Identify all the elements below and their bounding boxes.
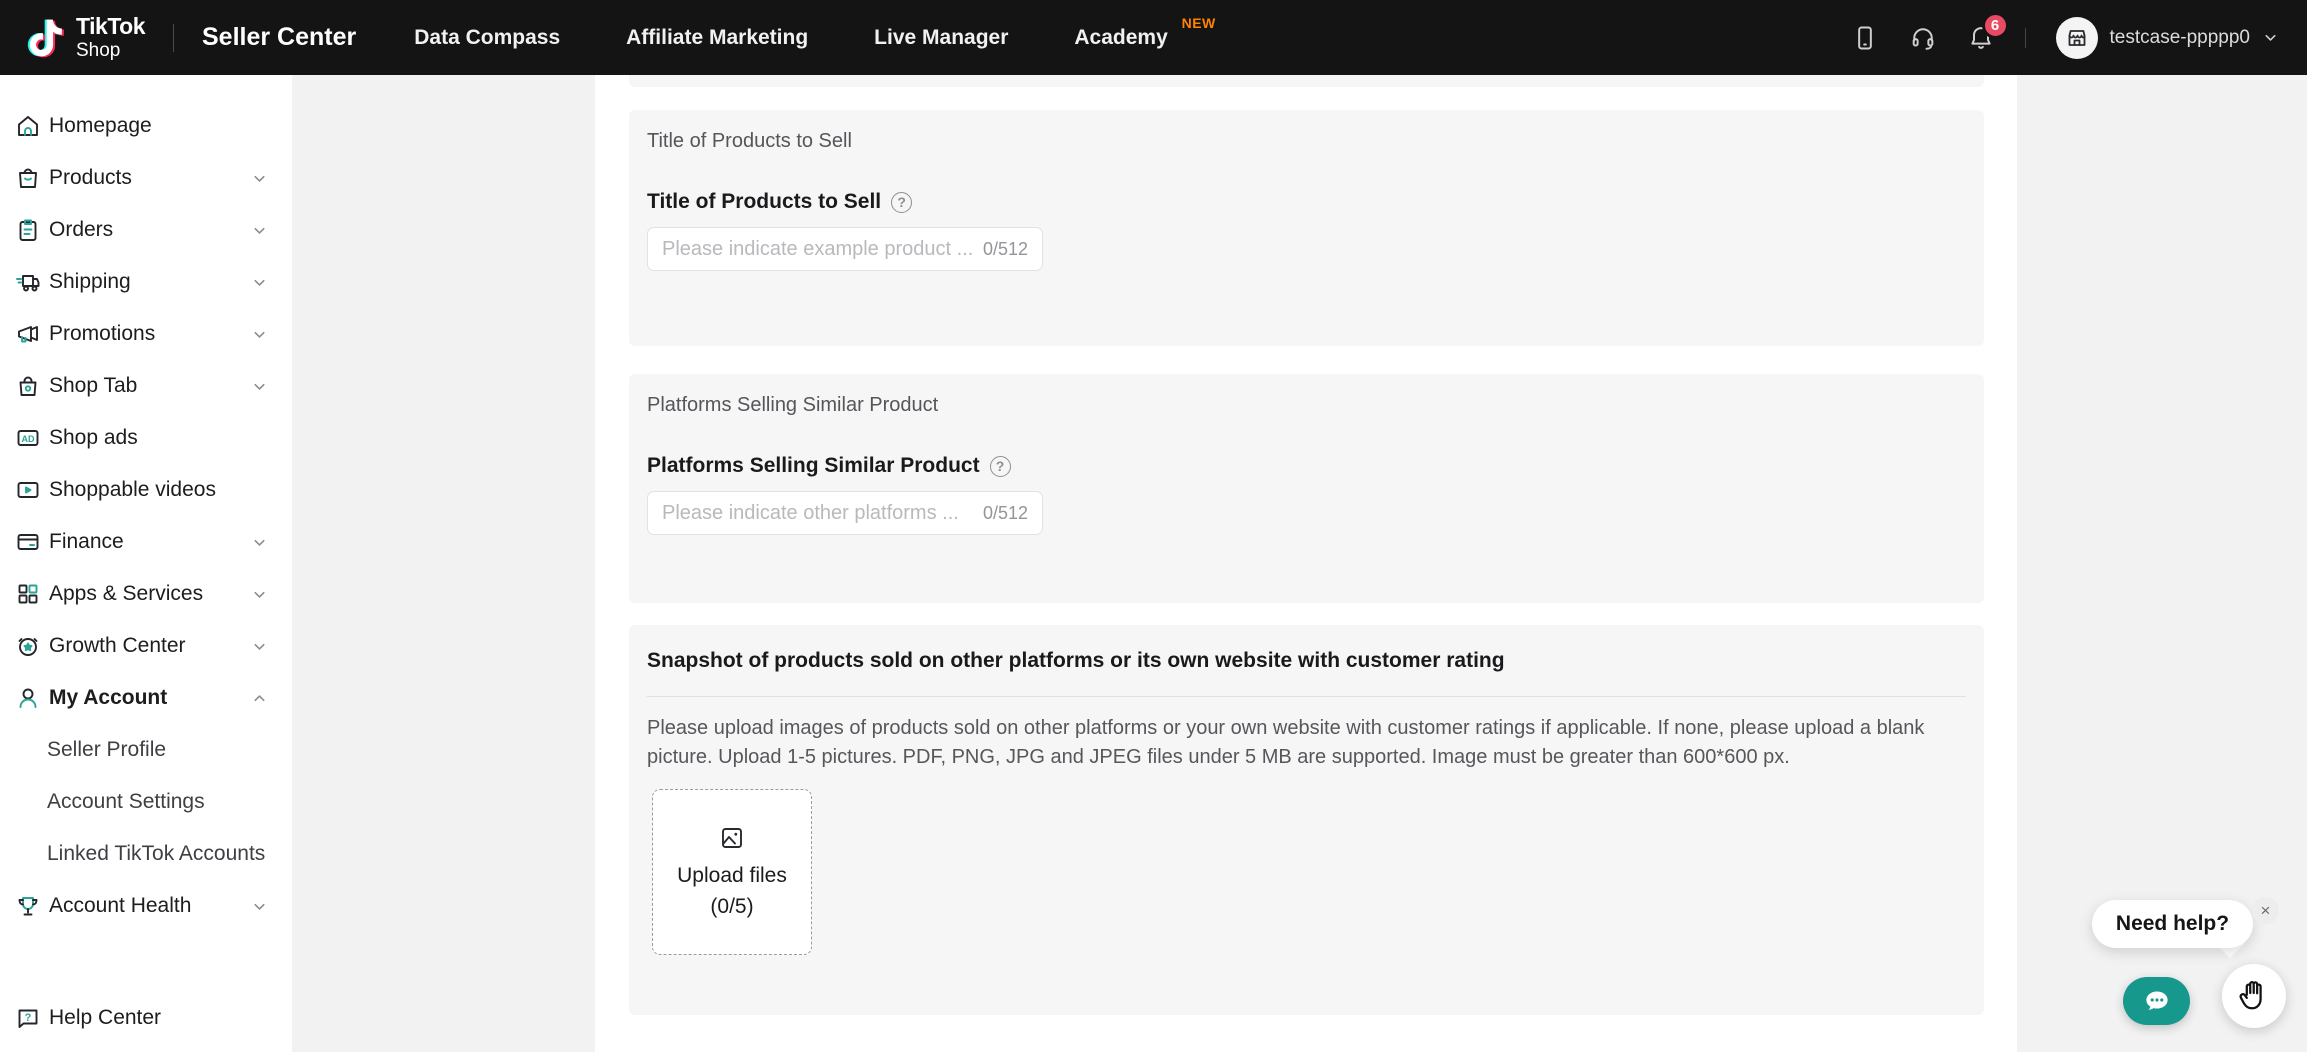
previous-section-fragment [629,75,1984,87]
chevron-down-icon [251,638,268,655]
help-tooltip-icon[interactable]: ? [891,192,912,213]
chevron-down-icon [251,586,268,603]
sidebar-item-orders[interactable]: Orders [0,204,292,256]
new-badge: NEW [1182,15,1216,31]
field-label: Platforms Selling Similar Product ? [647,454,1966,478]
sidebar-item-my-account[interactable]: My Account [0,672,292,724]
live-chat-button[interactable] [2123,977,2190,1025]
avatar [2056,17,2098,59]
upload-files-button[interactable]: Upload files (0/5) [652,789,812,955]
help-tooltip-icon[interactable]: ? [990,456,1011,477]
section-divider [647,696,1966,697]
finance-card-icon [15,529,41,555]
shipping-truck-icon [15,269,41,295]
sidebar-item-growth-center[interactable]: Growth Center [0,620,292,672]
sidebar-item-homepage[interactable]: Homepage [0,100,292,152]
chevron-down-icon [251,898,268,915]
upload-label: Upload files [677,864,787,888]
sidebar-subitem-account-settings[interactable]: Account Settings [0,776,292,828]
sidebar-item-shoppable-videos[interactable]: Shoppable videos [0,464,292,516]
brand-text: TikTok Shop [76,15,145,60]
header-nav: Data Compass Affiliate Marketing Live Ma… [414,26,1168,50]
header-small-divider [2025,28,2026,48]
account-health-trophy-icon [15,893,41,919]
user-icon [15,685,41,711]
storefront-icon [2065,26,2089,50]
shop-ads-icon: AD [15,425,41,451]
section-title: Platforms Selling Similar Product [647,394,1966,417]
field-label: Title of Products to Sell ? [647,190,1966,214]
sidebar-item-account-health[interactable]: Account Health [0,880,292,932]
sidebar-item-shop-tab[interactable]: Shop Tab [0,360,292,412]
platforms-input-box: 0/512 [647,491,1043,535]
orders-clipboard-icon [15,217,41,243]
header-actions: 6 testcase-ppppp0 [1851,17,2280,59]
support-headset-icon[interactable] [1909,24,1937,52]
chevron-down-icon [2262,29,2279,46]
chevron-down-icon [251,274,268,291]
chevron-down-icon [251,222,268,239]
tiktok-note-icon [24,14,68,62]
upload-counter: (0/5) [710,895,753,919]
sidebar-item-shop-ads[interactable]: AD Shop ads [0,412,292,464]
sidebar-item-shipping[interactable]: Shipping [0,256,292,308]
brand-tiktok: TikTok [76,15,145,38]
sidebar-nav: Homepage Products Orders Shipping Promot… [0,75,292,1052]
sidebar-subitem-seller-profile[interactable]: Seller Profile [0,724,292,776]
char-counter: 0/512 [983,239,1028,260]
shop-tab-bag-icon [15,373,41,399]
main-content: Title of Products to Sell Title of Produ… [595,75,2017,1052]
hand-cursor [2222,964,2286,1028]
image-icon [719,825,745,851]
need-help-tooltip: Need help? [2092,900,2253,948]
snapshot-section-title: Snapshot of products sold on other platf… [647,649,1966,673]
title-of-products-input[interactable] [662,238,977,261]
account-menu[interactable]: testcase-ppppp0 [2056,17,2280,59]
megaphone-icon [15,321,41,347]
svg-text:AD: AD [22,434,35,444]
apps-grid-icon [15,581,41,607]
growth-center-icon [15,633,41,659]
sidebar-subitem-linked-tiktok-accounts[interactable]: Linked TikTok Accounts [0,828,292,880]
section-title: Title of Products to Sell [647,130,1966,153]
nav-affiliate-marketing[interactable]: Affiliate Marketing [626,26,808,50]
sidebar-item-finance[interactable]: Finance [0,516,292,568]
help-center-icon: ? [15,1005,41,1031]
home-icon [15,113,41,139]
chevron-down-icon [251,534,268,551]
brand-shop: Shop [76,41,145,60]
hand-icon [2236,978,2272,1014]
mobile-app-icon[interactable] [1851,24,1879,52]
chat-bubble-icon [2140,984,2174,1018]
top-header: TikTok Shop Seller Center Data Compass A… [0,0,2307,75]
char-counter: 0/512 [983,503,1028,524]
header-divider [173,24,174,52]
svg-text:?: ? [25,1012,32,1024]
account-name: testcase-ppppp0 [2110,27,2251,49]
app-title: Seller Center [202,23,356,52]
notifications-button[interactable]: 6 [1967,24,1995,52]
tiktok-shop-logo[interactable]: TikTok Shop [24,14,145,62]
nav-live-manager[interactable]: Live Manager [874,26,1008,50]
chevron-down-icon [251,378,268,395]
sidebar-item-apps-services[interactable]: Apps & Services [0,568,292,620]
section-platforms-selling: Platforms Selling Similar Product Platfo… [629,374,1984,603]
chevron-down-icon [251,326,268,343]
chevron-up-icon [251,690,268,707]
sidebar-item-products[interactable]: Products [0,152,292,204]
title-of-products-input-box: 0/512 [647,227,1043,271]
chevron-down-icon [251,170,268,187]
notification-count-badge: 6 [1982,12,2009,39]
sidebar-item-help-center[interactable]: ? Help Center [0,992,292,1044]
sidebar-item-promotions[interactable]: Promotions [0,308,292,360]
section-title-of-products: Title of Products to Sell Title of Produ… [629,110,1984,346]
close-icon[interactable]: × [2252,897,2279,924]
upload-instructions: Please upload images of products sold on… [647,714,1957,772]
section-snapshot-upload: Snapshot of products sold on other platf… [629,625,1984,1015]
nav-data-compass[interactable]: Data Compass [414,26,560,50]
shoppable-videos-icon [15,477,41,503]
platforms-input[interactable] [662,502,977,525]
nav-academy[interactable]: Academy NEW [1074,26,1167,50]
products-bag-icon [15,165,41,191]
